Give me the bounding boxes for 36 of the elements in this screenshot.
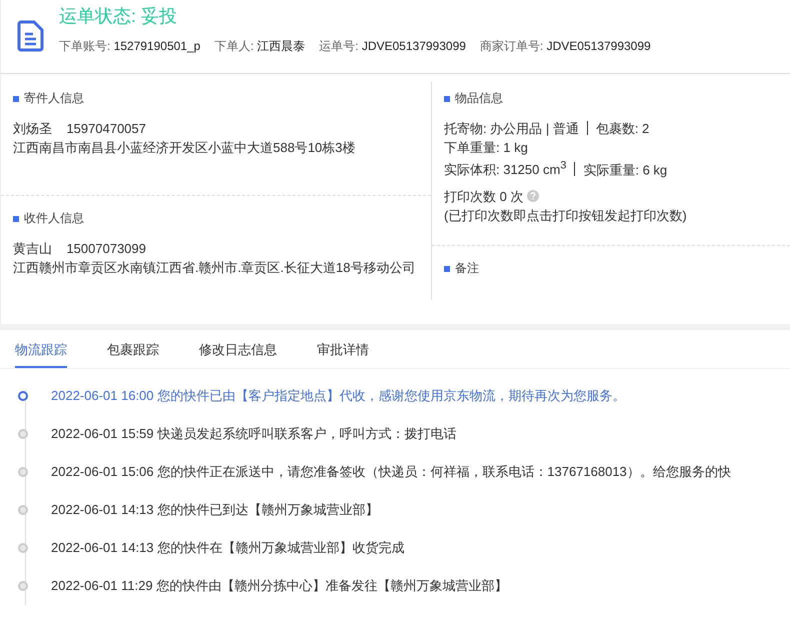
section-marker-icon: [444, 96, 450, 102]
address-text: 江西南昌市南昌县小蓝经济开发区小蓝中大道588号10栋3楼: [13, 139, 356, 157]
tracking-event-text: 2022-06-01 14:13 您的快件在【赣州万象城营业部】收货完成: [51, 539, 404, 557]
tracking-event-text: 2022-06-01 15:59 快递员发起系统呼叫联系客户，呼叫方式：拨打电话: [51, 425, 456, 443]
section-title: 寄件人信息: [24, 90, 84, 107]
section-title: 备注: [455, 260, 479, 277]
goods-detail-text: 实际体积: 31250 cm$^{3}$: [444, 162, 566, 178]
section-marker-icon: [444, 266, 450, 272]
goods-detail-text: 实际重量: 6 kg: [583, 162, 668, 178]
order-meta-text: 下单账号: 15279190501_p: [59, 38, 200, 55]
tracking-event-text: 2022-06-01 15:06 您的快件正在派送中，请您准备签收（快递员：何祥福，联系电话：13767168013）。给您服务的快: [51, 463, 731, 481]
section-title: 物品信息: [455, 90, 503, 107]
tracking-event-text: 2022-06-01 11:29 您的快件由【赣州分拣中心】准备发往【赣州万象城营业部】: [51, 577, 508, 595]
order-meta-text: 运单号: JDVE05137993099: [319, 38, 466, 55]
document-icon: [17, 20, 45, 52]
tracking-event-text: 2022-06-01 14:13 您的快件已到达【赣州万象城营业部】: [51, 501, 378, 519]
tab[interactable]: 物流跟踪: [15, 330, 67, 368]
section-title: 收件人信息: [24, 210, 84, 227]
order-meta-text: 商家订单号: JDVE05137993099: [480, 38, 651, 55]
contact-name-phone: 刘炀圣 15970470057: [13, 120, 147, 138]
contact-name-phone: 黄吉山 15007073099: [13, 240, 147, 258]
help-icon[interactable]: [527, 190, 540, 202]
section-marker-icon: [13, 216, 19, 222]
order-meta-text: 下单人: 江西晨泰: [214, 38, 306, 55]
tracking-event-text: 2022-06-01 16:00 您的快件已由【客户指定地点】代收，感谢您使用京东物流，期待再次为您服务。: [51, 387, 626, 405]
print-count-text: 打印次数 0 次: [444, 189, 524, 204]
tab[interactable]: 审批详情: [317, 330, 369, 368]
tab[interactable]: 修改日志信息: [199, 330, 277, 368]
goods-detail-text: 托寄物: 办公用品 | 普通: [444, 121, 579, 136]
goods-detail-text: 下单重量: 1 kg: [444, 140, 528, 155]
address-text: 江西赣州市章贡区水南镇江西省.赣州市.章贡区.长征大道18号移动公司: [13, 259, 416, 277]
print-note-text: (已打印次数即点击打印按钮发起打印次数): [444, 207, 688, 226]
goods-detail-text: 包裹数: 2: [596, 121, 650, 136]
tab[interactable]: 包裹跟踪: [107, 330, 159, 368]
status-title: 运单状态: 妥投: [59, 6, 178, 26]
section-marker-icon: [13, 96, 19, 102]
